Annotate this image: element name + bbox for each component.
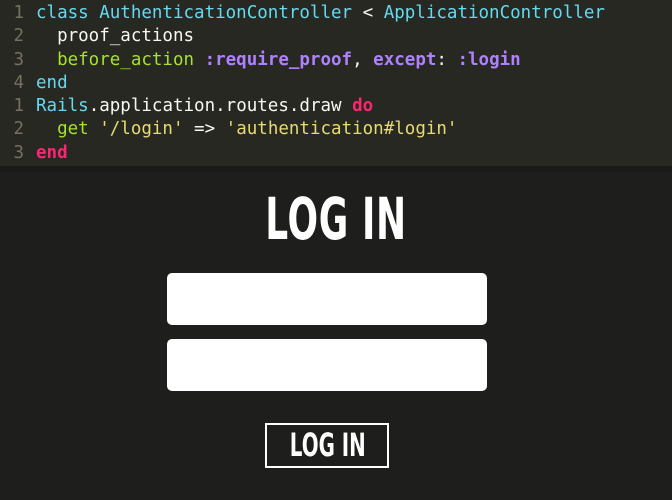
code-token: ApplicationController xyxy=(383,3,605,23)
code-token: :require_proof xyxy=(204,49,353,70)
code-line: 2 proof_actions xyxy=(0,25,672,48)
code-token: do xyxy=(352,96,374,117)
code-token: class xyxy=(36,3,100,23)
code-token: AuthenticationController xyxy=(99,3,353,23)
line-number: 3 xyxy=(13,142,24,163)
password-field[interactable] xyxy=(167,339,487,391)
code-token: end xyxy=(36,142,68,163)
code-text: end xyxy=(36,142,672,165)
line-number: 1 xyxy=(13,96,24,117)
code-token: '/login' xyxy=(99,119,184,140)
code-token: :login xyxy=(457,49,521,70)
code-text: proof_actions xyxy=(36,25,672,48)
code-text: before_action :require_proof, except: :l… xyxy=(36,49,672,72)
code-token: before_action xyxy=(36,49,205,70)
code-token: Rails xyxy=(36,96,89,117)
code-line: 1 class AuthenticationController < Applic… xyxy=(0,2,672,25)
username-field[interactable] xyxy=(167,273,487,325)
code-line: 4 end xyxy=(0,72,672,95)
code-text: end xyxy=(36,72,672,95)
login-title: LOG IN xyxy=(265,185,407,253)
line-number: 4 xyxy=(13,72,24,93)
code-editor: 1 class AuthenticationController < Applic… xyxy=(0,0,672,166)
code-text: Rails.application.routes.draw do xyxy=(36,95,672,118)
code-token: except xyxy=(373,49,437,70)
code-token: < xyxy=(352,3,384,23)
line-number: 2 xyxy=(13,26,24,47)
code-text: class AuthenticationController < Applica… xyxy=(36,2,672,25)
code-line: 3 before_action :require_proof, except: … xyxy=(0,49,672,72)
code-token: : xyxy=(436,49,458,70)
line-number: 1 xyxy=(13,3,24,23)
login-panel: LOG IN LOG IN xyxy=(0,172,672,500)
line-number: 2 xyxy=(13,119,24,140)
code-line: 2 get '/login' => 'authentication#login' xyxy=(0,118,672,141)
code-token: end xyxy=(36,72,68,93)
screen: 1 class AuthenticationController < Applic… xyxy=(0,0,672,500)
code-line: 1 Rails.application.routes.draw do xyxy=(0,95,672,118)
code-token: proof_actions xyxy=(36,26,195,47)
login-button[interactable]: LOG IN xyxy=(265,423,389,468)
code-token: get xyxy=(36,119,100,140)
code-token: .application.routes.draw xyxy=(88,96,353,117)
login-button-label: LOG IN xyxy=(289,426,366,464)
code-token: => xyxy=(183,119,226,140)
code-token: 'authentication#login' xyxy=(225,119,458,140)
code-line: 3 end xyxy=(0,142,672,165)
line-number: 3 xyxy=(13,49,24,70)
code-token: , xyxy=(352,49,374,70)
code-text: get '/login' => 'authentication#login' xyxy=(36,118,672,141)
